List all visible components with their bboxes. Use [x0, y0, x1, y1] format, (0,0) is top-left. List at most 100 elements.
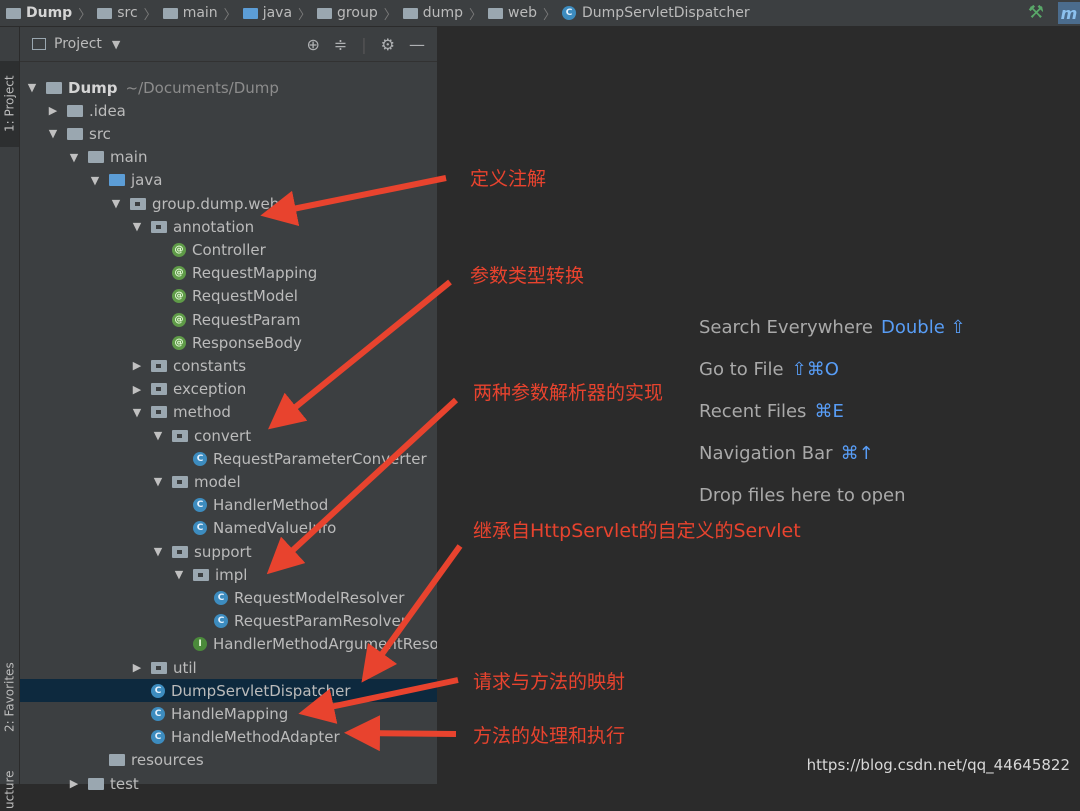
crosshair-icon[interactable]: ⊕ [306, 35, 319, 54]
collapse-icon[interactable]: ≑ [334, 35, 347, 54]
hammer-icon[interactable]: ⚒ [1028, 2, 1044, 23]
tree-item-label: Dump [68, 78, 118, 97]
tab-project[interactable]: 1: Project [0, 61, 19, 147]
breadcrumb-group[interactable]: group 〉 [311, 4, 397, 23]
gear-icon[interactable]: ⚙ [381, 35, 395, 54]
tree-item-label: group.dump.web [152, 194, 280, 213]
tree-item[interactable]: ▼ Dump ~/Documents/Dump [20, 76, 443, 99]
tree-item-label: support [194, 542, 252, 561]
package-icon [151, 359, 167, 372]
tree-item-label: .idea [89, 101, 126, 120]
breadcrumb-web[interactable]: web 〉 [482, 4, 556, 23]
project-icon [32, 38, 46, 50]
chevron-down-icon[interactable]: ▼ [131, 406, 143, 419]
chevron-down-icon[interactable]: ▼ [173, 568, 185, 581]
class-icon: C [151, 706, 165, 721]
breadcrumb-main[interactable]: main 〉 [157, 4, 237, 23]
chevron-right-icon[interactable]: ▶ [131, 359, 143, 372]
chevron-right-icon[interactable]: ▶ [47, 104, 59, 117]
folder-icon [67, 127, 83, 140]
panel-title: Project [54, 36, 102, 52]
tree-item-label: model [194, 472, 241, 491]
breadcrumb-project[interactable]: Dump 〉 [0, 4, 91, 23]
annotation-resolver-impl: 两种参数解析器的实现 [473, 382, 664, 404]
tab-favorites[interactable]: 2: Favorites [0, 647, 19, 747]
annotation-request-mapping: 请求与方法的映射 [473, 671, 626, 693]
project-panel: Project ▼ ⊕ ≑ | ⚙ — ▼ Dump ~/Documents/Dum… [20, 27, 548, 793]
tree-item-label: RequestMapping [192, 264, 318, 283]
chevron-down-icon[interactable]: ▼ [152, 475, 164, 488]
breadcrumb-class[interactable]: C DumpServletDispatcher [556, 5, 750, 21]
tree-item[interactable]: ▼ main [20, 146, 485, 169]
tree-item[interactable]: ▶resources [20, 749, 506, 772]
class-icon: C [193, 521, 207, 536]
folder-icon [162, 7, 178, 19]
package-icon [317, 7, 333, 19]
class-icon: C [151, 683, 165, 698]
tree-item[interactable]: ▼ java [20, 169, 506, 192]
tree-item-label: RequestParam [192, 310, 301, 329]
tree-item-label: src [89, 124, 111, 143]
tree-item-label: HandleMethodAdapter [171, 728, 340, 747]
chevron-down-icon[interactable]: ▼ [89, 174, 101, 187]
annotation-param-conversion: 参数类型转换 [470, 265, 585, 287]
breadcrumb-java[interactable]: java 〉 [237, 4, 311, 23]
annotation-icon: @ [172, 312, 186, 327]
chevron-down-icon[interactable]: ▼ [131, 220, 143, 233]
tree-item[interactable]: ▶ .idea [20, 99, 464, 122]
package-icon [488, 7, 504, 19]
shortcut-key: ⇧⌘O [791, 359, 839, 380]
tree-item-label: RequestModel [192, 287, 298, 306]
source-folder-icon [242, 7, 258, 19]
tree-item-label: method [173, 403, 231, 422]
shortcut-key: Double ⇧ [881, 317, 966, 338]
folder-icon [97, 7, 113, 19]
chevron-down-icon[interactable]: ▼ [110, 197, 122, 210]
package-icon [151, 220, 167, 233]
minimize-icon[interactable]: — [409, 35, 425, 54]
module-icon [6, 7, 21, 19]
hint-search-everywhere: Search Everywhere Double ⇧ [699, 317, 966, 338]
chevron-down-icon[interactable]: ▼ [47, 127, 59, 140]
package-icon [172, 545, 188, 558]
navigation-bar: Dump 〉 src 〉 main 〉 java 〉 group 〉 dump 〉 web 〉… [0, 0, 1080, 27]
breadcrumb-src[interactable]: src 〉 [91, 4, 157, 23]
chevron-down-icon[interactable]: ▼ [152, 429, 164, 442]
tree-item-label: resources [131, 751, 204, 770]
package-icon [172, 475, 188, 488]
chevron-down-icon[interactable]: ▼ [26, 81, 38, 94]
class-icon: C [193, 451, 207, 466]
class-icon: C [562, 6, 577, 20]
chevron-down-icon[interactable]: ▼ [68, 151, 80, 164]
tree-item-label: util [173, 658, 197, 677]
chevron-down-icon[interactable]: ▼ [152, 545, 164, 558]
maven-icon[interactable]: m [1058, 2, 1080, 24]
source-folder-icon [109, 174, 125, 187]
class-icon: C [214, 590, 228, 605]
interface-icon: I [193, 637, 207, 652]
breadcrumb-dump[interactable]: dump 〉 [397, 4, 482, 23]
tree-item-label: HandlerMethodArgumentResolver [213, 635, 468, 654]
tree-item-label: convert [194, 426, 252, 445]
chevron-right-icon[interactable]: ▶ [131, 661, 143, 674]
tree-item-label: RequestModelResolver [234, 588, 405, 607]
chevron-right-icon[interactable]: ▶ [131, 383, 143, 396]
annotation-icon: @ [172, 242, 186, 257]
tree-item-label: impl [215, 565, 248, 584]
package-icon [130, 197, 146, 210]
tree-item-label: constants [173, 356, 247, 375]
hint-recent-files: Recent Files ⌘E [699, 401, 844, 422]
resources-folder-icon [109, 754, 125, 767]
package-icon [402, 7, 418, 19]
folder-icon [67, 104, 83, 117]
project-view-selector[interactable]: Project ▼ [32, 36, 120, 52]
shortcut-key: ⌘E [814, 401, 844, 422]
project-path: ~/Documents/Dump [125, 78, 279, 97]
tree-item[interactable]: ▼ src [20, 122, 464, 145]
annotation-handler-execution: 方法的处理和执行 [473, 725, 626, 747]
tree-item-label: main [110, 148, 148, 167]
tree-item-label: RequestParameterConverter [213, 449, 427, 468]
tab-structure[interactable]: ucture [0, 769, 19, 811]
annotation-custom-servlet: 继承自HttpServlet的自定义的Servlet [473, 520, 801, 542]
module-icon [46, 81, 62, 94]
